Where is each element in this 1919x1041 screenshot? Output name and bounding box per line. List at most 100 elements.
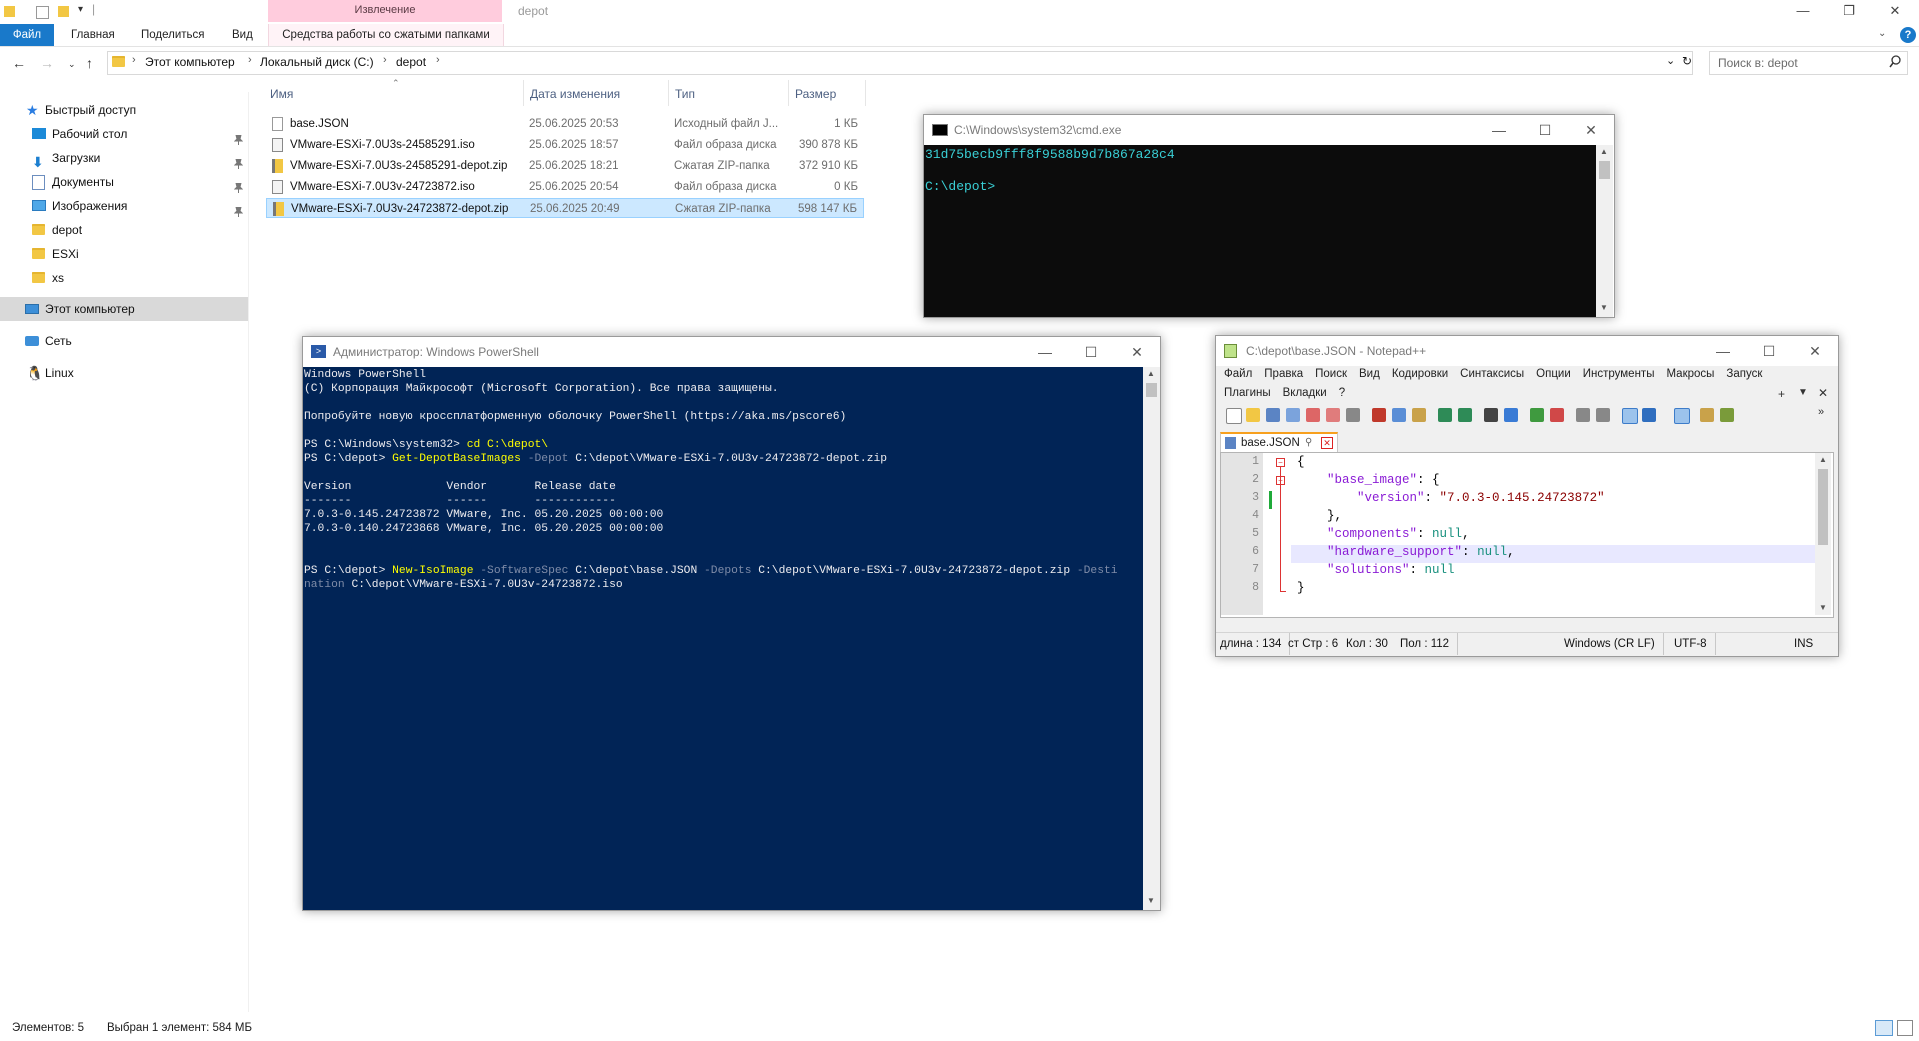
nav-pictures[interactable]: Изображения xyxy=(0,194,248,218)
column-divider[interactable] xyxy=(865,80,866,106)
column-divider[interactable] xyxy=(523,80,524,106)
maximize-button[interactable]: ☐ xyxy=(1746,336,1792,366)
nav-folder-depot[interactable]: depot xyxy=(0,218,248,242)
close-file-icon[interactable] xyxy=(1306,408,1320,422)
minimize-button[interactable]: — xyxy=(1700,336,1746,366)
maximize-button[interactable]: ❐ xyxy=(1826,0,1872,22)
tab-file[interactable]: Файл xyxy=(0,24,54,46)
refresh-icon[interactable]: ↻ xyxy=(1682,54,1692,68)
file-row[interactable]: VMware-ESXi-7.0U3v-24723872.iso 25.06.20… xyxy=(266,177,864,197)
menu-settings[interactable]: Опции xyxy=(1536,368,1571,380)
pin-tab-icon[interactable]: ⚲ xyxy=(1305,434,1312,452)
new-folder-icon[interactable] xyxy=(58,6,69,17)
tab-share[interactable]: Поделиться xyxy=(141,24,205,46)
up-button[interactable]: ↑ xyxy=(86,55,93,71)
replace-icon[interactable] xyxy=(1504,408,1518,422)
column-header-type[interactable]: Тип xyxy=(675,87,695,101)
menu-edit[interactable]: Правка xyxy=(1264,368,1303,380)
ribbon-context-header[interactable]: Извлечение xyxy=(268,0,502,22)
indent-guide-icon[interactable] xyxy=(1674,408,1690,424)
menu-view[interactable]: Вид xyxy=(1359,368,1380,380)
scroll-up-icon[interactable]: ▲ xyxy=(1819,455,1827,464)
breadcrumb-depot[interactable]: depot xyxy=(396,55,426,69)
tab-view[interactable]: Вид xyxy=(232,24,253,46)
save-icon[interactable] xyxy=(1266,408,1280,422)
fold-toggle-icon[interactable]: − xyxy=(1276,458,1285,467)
scroll-thumb[interactable] xyxy=(1599,161,1610,179)
menu-window[interactable]: Вкладки xyxy=(1283,387,1327,399)
address-dropdown-icon[interactable]: ⌄ xyxy=(1666,54,1675,67)
status-eol[interactable]: Windows (CR LF) xyxy=(1564,633,1664,655)
close-button[interactable]: ✕ xyxy=(1792,336,1838,366)
column-divider[interactable] xyxy=(668,80,669,106)
cut-icon[interactable] xyxy=(1372,408,1386,422)
nav-this-pc[interactable]: Этот компьютер xyxy=(0,297,248,321)
close-button[interactable]: ✕ xyxy=(1568,115,1614,145)
search-input[interactable] xyxy=(1710,52,1890,74)
menu-run[interactable]: Запуск xyxy=(1726,368,1762,380)
close-tab-icon[interactable]: ✕ xyxy=(1321,437,1333,449)
column-header-size[interactable]: Размер xyxy=(795,87,836,101)
close-all-icon[interactable] xyxy=(1326,408,1340,422)
open-file-icon[interactable] xyxy=(1246,408,1260,422)
menu-language[interactable]: Синтаксисы xyxy=(1460,368,1524,380)
show-all-chars-icon[interactable] xyxy=(1642,408,1656,422)
editor-scrollbar[interactable]: ▲ ▼ xyxy=(1815,453,1831,615)
menu-help[interactable]: ? xyxy=(1339,387,1345,399)
paste-icon[interactable] xyxy=(1412,408,1426,422)
nav-desktop[interactable]: Рабочий стол xyxy=(0,122,248,146)
back-button[interactable]: ← xyxy=(12,55,26,71)
minimize-button[interactable]: — xyxy=(1476,115,1522,145)
toolbar-overflow-icon[interactable]: » xyxy=(1818,406,1824,418)
nav-documents[interactable]: Документы xyxy=(0,170,248,194)
save-all-icon[interactable] xyxy=(1286,408,1300,422)
nav-downloads[interactable]: ⬇ Загрузки xyxy=(0,146,248,170)
nav-folder-xs[interactable]: xs xyxy=(0,266,248,290)
powershell-scrollbar[interactable]: ▲ ▼ xyxy=(1143,367,1160,910)
menu-plugins[interactable]: Плагины xyxy=(1224,387,1271,399)
address-bar[interactable]: › Этот компьютер › Локальный диск (C:) ›… xyxy=(107,51,1693,75)
copy-icon[interactable] xyxy=(1392,408,1406,422)
cmd-console[interactable]: 31d75becb9fff8f9588b9d7b867a28c4 C:\depo… xyxy=(924,145,1596,317)
maximize-button[interactable]: ☐ xyxy=(1522,115,1568,145)
column-header-name[interactable]: Имя xyxy=(270,87,293,101)
close-doc-icon[interactable]: ✕ xyxy=(1818,386,1828,400)
file-row[interactable]: base.JSON 25.06.2025 20:53 Исходный файл… xyxy=(266,114,864,134)
nav-network[interactable]: Сеть xyxy=(0,329,248,353)
customize-qat-icon[interactable]: ▾ xyxy=(78,4,83,15)
expand-ribbon-icon[interactable]: ⌄ xyxy=(1878,28,1886,39)
find-icon[interactable] xyxy=(1484,408,1498,422)
breadcrumb-local-disk[interactable]: Локальный диск (C:) xyxy=(260,55,374,69)
search-box[interactable] xyxy=(1709,51,1908,75)
code-area[interactable]: { "base_image": { "version": "7.0.3-0.14… xyxy=(1297,453,1815,615)
undo-icon[interactable] xyxy=(1438,408,1452,422)
nav-linux[interactable]: 🐧 Linux xyxy=(0,361,248,385)
menu-encoding[interactable]: Кодировки xyxy=(1392,368,1448,380)
cmd-scrollbar[interactable]: ▲ ▼ xyxy=(1596,145,1613,317)
help-icon[interactable]: ? xyxy=(1900,27,1916,43)
scroll-down-icon[interactable]: ▼ xyxy=(1147,896,1155,905)
large-icons-view-icon[interactable] xyxy=(1897,1020,1913,1036)
menu-tools[interactable]: Инструменты xyxy=(1583,368,1655,380)
add-tab-icon[interactable]: + xyxy=(1778,387,1785,401)
powershell-window[interactable]: > Администратор: Windows PowerShell — ☐ … xyxy=(302,336,1161,911)
zoom-in-icon[interactable] xyxy=(1530,408,1544,422)
menu-macro[interactable]: Макросы xyxy=(1666,368,1714,380)
file-row[interactable]: VMware-ESXi-7.0U3s-24585291.iso 25.06.20… xyxy=(266,135,864,155)
menu-file[interactable]: Файл xyxy=(1224,368,1252,380)
scroll-thumb[interactable] xyxy=(1146,383,1157,397)
editor[interactable]: 1 2 3 4 5 6 7 8 − − { "base_image": { "v… xyxy=(1220,452,1834,618)
notepadpp-window[interactable]: C:\depot\base.JSON - Notepad++ — ☐ ✕ Фай… xyxy=(1215,335,1839,657)
document-tab[interactable]: base.JSON ⚲ ✕ xyxy=(1220,432,1338,454)
scroll-down-icon[interactable]: ▼ xyxy=(1600,303,1608,312)
nav-folder-esxi[interactable]: ESXi xyxy=(0,242,248,266)
search-icon[interactable] xyxy=(1889,55,1901,69)
tab-list-dropdown-icon[interactable]: ▼ xyxy=(1798,387,1808,398)
scroll-up-icon[interactable]: ▲ xyxy=(1600,147,1608,156)
print-icon[interactable] xyxy=(1346,408,1360,422)
minimize-button[interactable]: — xyxy=(1022,337,1068,367)
file-row[interactable]: VMware-ESXi-7.0U3s-24585291-depot.zip 25… xyxy=(266,156,864,176)
breadcrumb-this-pc[interactable]: Этот компьютер xyxy=(145,55,235,69)
recent-locations-icon[interactable]: ⌄ xyxy=(68,59,76,70)
file-row-selected[interactable]: VMware-ESXi-7.0U3v-24723872-depot.zip 25… xyxy=(266,198,864,218)
